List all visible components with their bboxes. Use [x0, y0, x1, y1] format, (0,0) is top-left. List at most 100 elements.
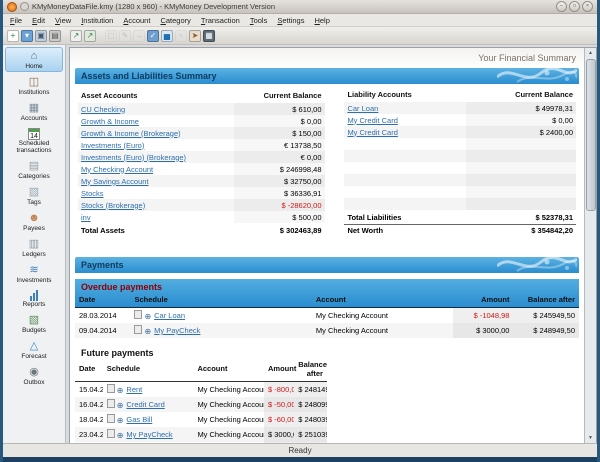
- edit-schedule-icon[interactable]: [134, 310, 142, 319]
- account-link[interactable]: Stocks (Brokerage): [81, 201, 145, 210]
- column-header-balance-after: Balance after: [513, 293, 579, 307]
- save-icon[interactable]: ▣: [35, 30, 47, 42]
- account-link[interactable]: Growth & Income (Brokerage): [81, 129, 181, 138]
- edit-schedule-icon[interactable]: [134, 325, 142, 334]
- enter-transaction-icon[interactable]: →: [133, 30, 145, 42]
- account-balance-cell: $ 610,00: [234, 103, 324, 115]
- update-prices-icon[interactable]: ≈: [175, 30, 187, 42]
- menu-file[interactable]: File: [5, 16, 27, 25]
- account-balance-cell: $ 246998,48: [234, 163, 324, 175]
- menu-help[interactable]: Help: [309, 16, 334, 25]
- account-link[interactable]: inv: [81, 213, 91, 222]
- enter-schedule-icon[interactable]: ⊕: [117, 402, 124, 409]
- scrollbar-thumb[interactable]: [586, 59, 596, 211]
- menu-accelerator: E: [32, 16, 37, 25]
- sidebar-item-accounts[interactable]: ▦Accounts: [5, 99, 63, 124]
- account-link[interactable]: Investments (Euro) (Brokerage): [81, 153, 186, 162]
- enter-schedule-icon[interactable]: ⊕: [144, 313, 151, 320]
- sidebar-item-reports[interactable]: Reports: [5, 287, 63, 310]
- close-button[interactable]: ×: [582, 1, 593, 12]
- schedule-link[interactable]: My PayCheck: [154, 326, 200, 335]
- menu-edit[interactable]: Edit: [27, 16, 50, 25]
- chart-icon[interactable]: ▅: [161, 30, 173, 42]
- date-cell: 09.04.2014: [75, 323, 130, 338]
- maximize-button[interactable]: □: [569, 1, 580, 12]
- sidebar-item-scheduled-transactions[interactable]: 14Scheduled transactions: [5, 125, 63, 156]
- scroll-up-arrow-icon[interactable]: ▲: [588, 48, 593, 58]
- account-link[interactable]: My Savings Account: [81, 177, 149, 186]
- column-header-schedule: Schedule: [130, 293, 311, 307]
- window-title: KMyMoneyDataFile.kmy (1280 x 960) - KMyM…: [32, 2, 553, 11]
- scroll-down-arrow-icon[interactable]: ▼: [588, 433, 593, 443]
- account-link[interactable]: Growth & Income: [81, 117, 139, 126]
- account-link[interactable]: Car Loan: [347, 104, 378, 113]
- menu-tools[interactable]: Tools: [245, 16, 273, 25]
- sidebar-item-institutions[interactable]: ◫Institutions: [5, 73, 63, 98]
- edit-transaction-icon[interactable]: ✎: [119, 30, 131, 42]
- edit-schedule-icon[interactable]: [107, 399, 115, 408]
- table-row: [344, 138, 576, 150]
- schedule-link[interactable]: Credit Card: [126, 400, 164, 409]
- edit-schedule-icon[interactable]: [107, 429, 115, 438]
- bank-icon: ◫: [29, 76, 39, 89]
- account-link[interactable]: Investments (Euro): [81, 141, 144, 150]
- open-file-icon[interactable]: ▾: [21, 30, 33, 42]
- total-label: Total Liabilities: [344, 210, 465, 224]
- sidebar-item-label: Tags: [27, 199, 41, 206]
- menu-category[interactable]: Category: [155, 16, 195, 25]
- vertical-scrollbar[interactable]: ▲ ▼: [584, 48, 596, 443]
- edit-schedule-icon[interactable]: [107, 414, 115, 423]
- menu-institution[interactable]: Institution: [76, 16, 118, 25]
- menu-accelerator: V: [55, 16, 60, 25]
- sidebar-item-outbox[interactable]: ◉Outbox: [5, 363, 63, 388]
- print-icon[interactable]: ▤: [49, 30, 61, 42]
- minimize-button[interactable]: −: [556, 1, 567, 12]
- sidebar-item-ledgers[interactable]: ▥Ledgers: [5, 235, 63, 260]
- date-cell: 23.04.2014: [75, 427, 103, 442]
- date-cell: 16.04.2014: [75, 397, 103, 412]
- main-panel: Your Financial Summary Assets and Liabil…: [69, 47, 597, 443]
- menu-account[interactable]: Account: [118, 16, 155, 25]
- account-link[interactable]: Stocks: [81, 189, 104, 198]
- column-header-date: Date: [75, 293, 130, 307]
- sidebar-item-label: Reports: [23, 301, 46, 308]
- account-link[interactable]: My Credit Card: [347, 128, 397, 137]
- window-menu-icon[interactable]: [20, 2, 29, 11]
- menu-transaction[interactable]: Transaction: [196, 16, 245, 25]
- sidebar-item-home[interactable]: ⌂Home: [5, 47, 63, 72]
- new-file-icon[interactable]: +: [7, 30, 19, 42]
- sidebar-item-label: Investments: [16, 277, 51, 284]
- enter-schedule-icon[interactable]: ⊕: [144, 328, 151, 335]
- edit-schedule-icon[interactable]: [107, 384, 115, 393]
- sidebar-item-forecast[interactable]: △Forecast: [5, 337, 63, 362]
- page-title: Your Financial Summary: [70, 48, 584, 68]
- enter-schedule-icon[interactable]: ⊕: [117, 387, 124, 394]
- menu-accelerator: F: [10, 16, 15, 25]
- menu-view[interactable]: View: [50, 16, 76, 25]
- schedule-link[interactable]: My PayCheck: [126, 430, 172, 439]
- sidebar-item-budgets[interactable]: ▧Budgets: [5, 311, 63, 336]
- enter-schedule-icon[interactable]: ⊕: [117, 417, 124, 424]
- schedule-link[interactable]: Car Loan: [154, 311, 185, 320]
- window-frame-bottom: [3, 457, 597, 462]
- goto-payee-icon[interactable]: ➤: [189, 30, 201, 42]
- account-balance-cell: $ 49978,31: [466, 102, 576, 114]
- sidebar-item-label: Payees: [23, 225, 45, 232]
- schedule-link[interactable]: Rent: [126, 385, 142, 394]
- account-cell: My Checking Account: [312, 323, 453, 338]
- schedule-link[interactable]: Gas Bill: [126, 415, 152, 424]
- sidebar-item-tags[interactable]: ▧Tags: [5, 183, 63, 208]
- open-ledger-icon[interactable]: ↗: [84, 30, 96, 42]
- reconcile-icon[interactable]: ✓: [147, 30, 159, 42]
- enter-schedule-icon[interactable]: ⊕: [117, 432, 124, 439]
- ledger-grid-icon[interactable]: ▦: [203, 30, 215, 42]
- menu-settings[interactable]: Settings: [272, 16, 309, 25]
- account-link[interactable]: My Credit Card: [347, 116, 397, 125]
- sidebar-item-payees[interactable]: ☻Payees: [5, 209, 63, 234]
- sidebar-item-categories[interactable]: ▤Categories: [5, 157, 63, 182]
- sidebar-item-investments[interactable]: ≋Investments: [5, 261, 63, 286]
- new-schedule-icon[interactable]: ↗: [70, 30, 82, 42]
- new-transaction-icon[interactable]: ▢: [105, 30, 117, 42]
- account-link[interactable]: My Checking Account: [81, 165, 153, 174]
- account-link[interactable]: CU Checking: [81, 105, 125, 114]
